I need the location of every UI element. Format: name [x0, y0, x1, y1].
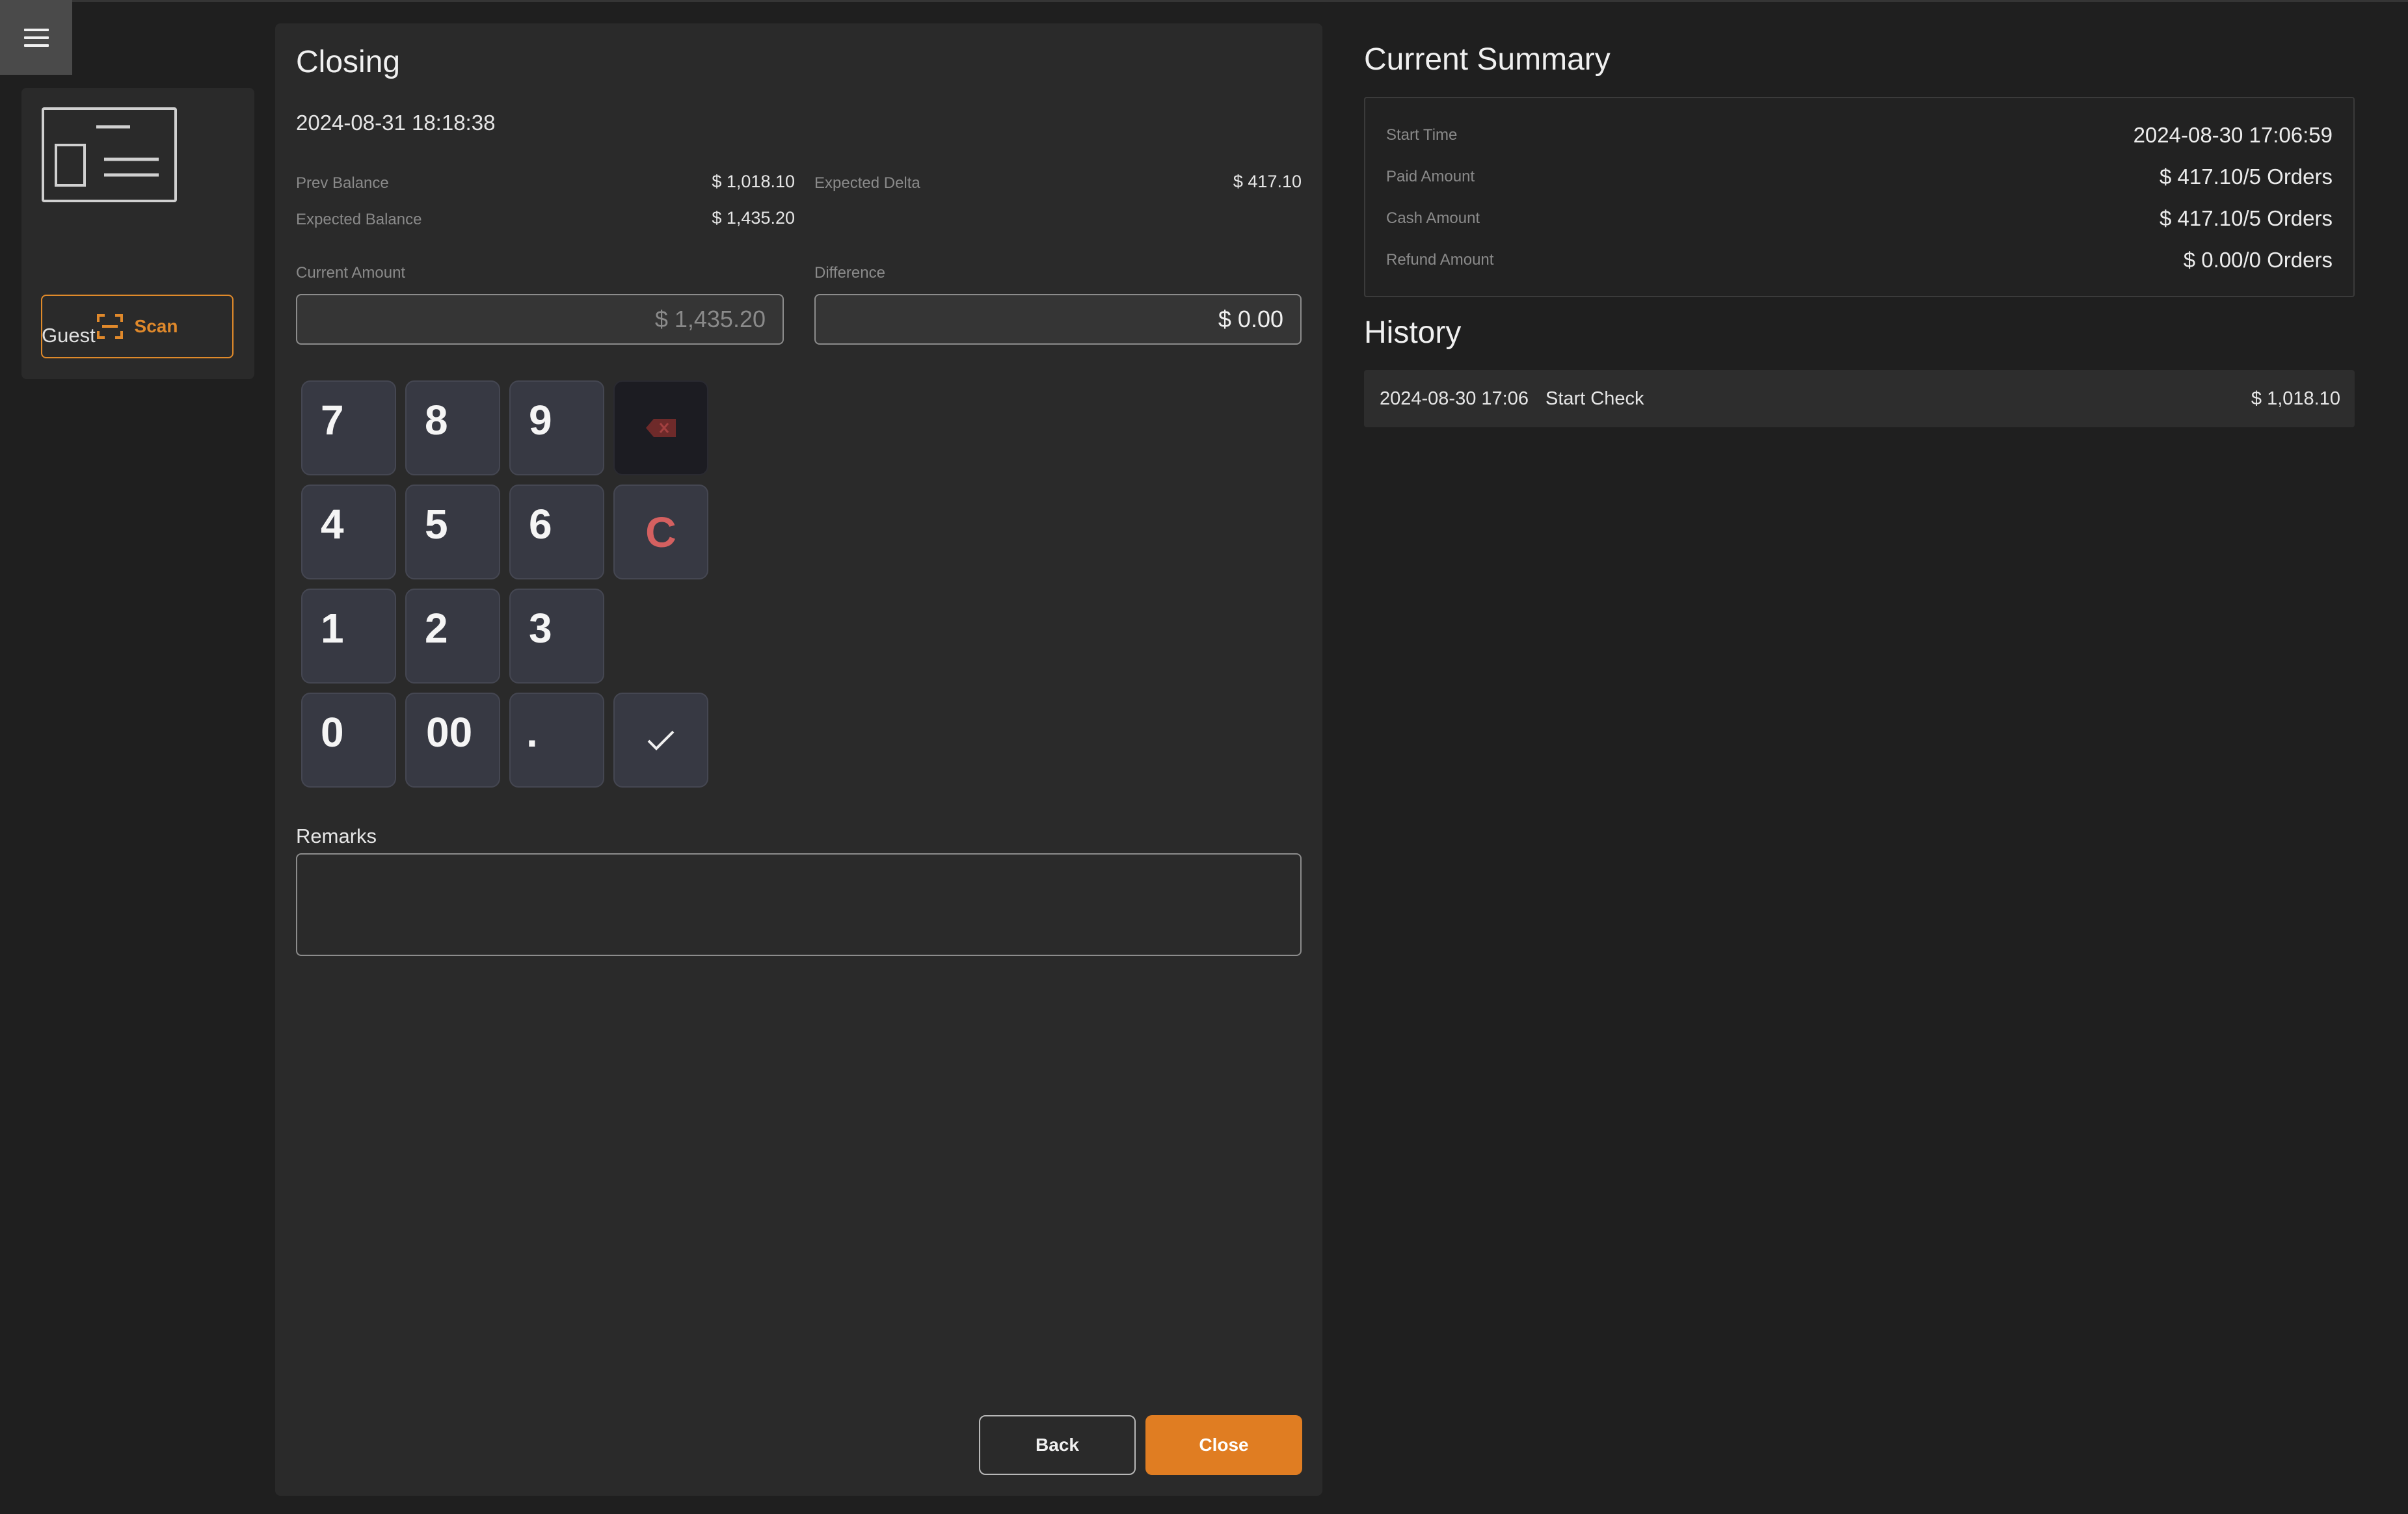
difference-field: $ 0.00: [814, 294, 1302, 345]
current-amount-input[interactable]: $ 1,435.20: [296, 294, 784, 345]
summary-box: Start Time 2024-08-30 17:06:59 Paid Amou…: [1364, 97, 2355, 297]
menu-icon: [23, 28, 49, 47]
summary-row-cash-amount: Cash Amount $ 417.10/5 Orders: [1386, 206, 2333, 231]
id-card-icon: [42, 107, 177, 202]
key-8[interactable]: 8: [405, 380, 500, 475]
expected-balance-label: Expected Balance: [296, 211, 422, 228]
expected-delta-value: $ 417.10: [1233, 172, 1302, 191]
difference-label: Difference: [814, 264, 885, 282]
key-1[interactable]: 1: [301, 589, 396, 684]
remarks-input[interactable]: [296, 853, 1302, 956]
key-2[interactable]: 2: [405, 589, 500, 684]
expected-balance-value: $ 1,435.20: [712, 208, 795, 228]
key-00[interactable]: 00: [405, 693, 500, 788]
summary-label: Start Time: [1386, 126, 1458, 144]
summary-value: $ 0.00/0 Orders: [2183, 248, 2333, 272]
current-amount-label: Current Amount: [296, 264, 406, 282]
backspace-icon: [646, 419, 676, 437]
scan-button[interactable]: Scan: [41, 295, 234, 358]
history-amount: $ 1,018.10: [2251, 388, 2340, 409]
summary-value: $ 417.10/5 Orders: [2160, 206, 2333, 230]
key-4[interactable]: 4: [301, 485, 396, 579]
history-datetime: 2024-08-30 17:06: [1380, 388, 1529, 409]
key-7[interactable]: 7: [301, 380, 396, 475]
checkmark-icon: [647, 730, 675, 750]
clear-key[interactable]: C: [613, 485, 708, 579]
confirm-key[interactable]: [613, 693, 708, 788]
guest-card: Guest Scan: [21, 88, 254, 379]
backspace-key[interactable]: [613, 380, 708, 475]
back-button[interactable]: Back: [979, 1415, 1136, 1475]
top-border: [0, 0, 2408, 2]
remarks-label: Remarks: [296, 825, 377, 847]
history-row[interactable]: 2024-08-30 17:06 Start Check $ 1,018.10: [1364, 370, 2355, 427]
summary-label: Refund Amount: [1386, 251, 1494, 269]
summary-label: Cash Amount: [1386, 209, 1480, 227]
scan-icon: [96, 314, 123, 339]
summary-row-refund-amount: Refund Amount $ 0.00/0 Orders: [1386, 248, 2333, 272]
summary-row-start-time: Start Time 2024-08-30 17:06:59: [1386, 123, 2333, 148]
summary-row-paid-amount: Paid Amount $ 417.10/5 Orders: [1386, 165, 2333, 189]
scan-label: Scan: [134, 316, 178, 336]
key-5[interactable]: 5: [405, 485, 500, 579]
history-event: Start Check: [1545, 388, 1644, 409]
summary-title: Current Summary: [1364, 42, 1611, 77]
summary-value: 2024-08-30 17:06:59: [2133, 123, 2333, 147]
key-6[interactable]: 6: [509, 485, 604, 579]
closing-title: Closing: [296, 45, 401, 79]
summary-label: Paid Amount: [1386, 168, 1475, 185]
key-0[interactable]: 0: [301, 693, 396, 788]
prev-balance-label: Prev Balance: [296, 174, 389, 192]
key-dot[interactable]: .: [509, 693, 604, 788]
key-3[interactable]: 3: [509, 589, 604, 684]
prev-balance-value: $ 1,018.10: [712, 172, 795, 191]
closing-panel: Closing 2024-08-31 18:18:38 Prev Balance…: [275, 23, 1322, 1496]
summary-value: $ 417.10/5 Orders: [2160, 165, 2333, 189]
closing-datetime: 2024-08-31 18:18:38: [296, 111, 496, 135]
close-button[interactable]: Close: [1145, 1415, 1302, 1475]
history-title: History: [1364, 315, 1462, 350]
expected-delta-label: Expected Delta: [814, 174, 920, 192]
menu-button[interactable]: [0, 0, 72, 75]
key-9[interactable]: 9: [509, 380, 604, 475]
